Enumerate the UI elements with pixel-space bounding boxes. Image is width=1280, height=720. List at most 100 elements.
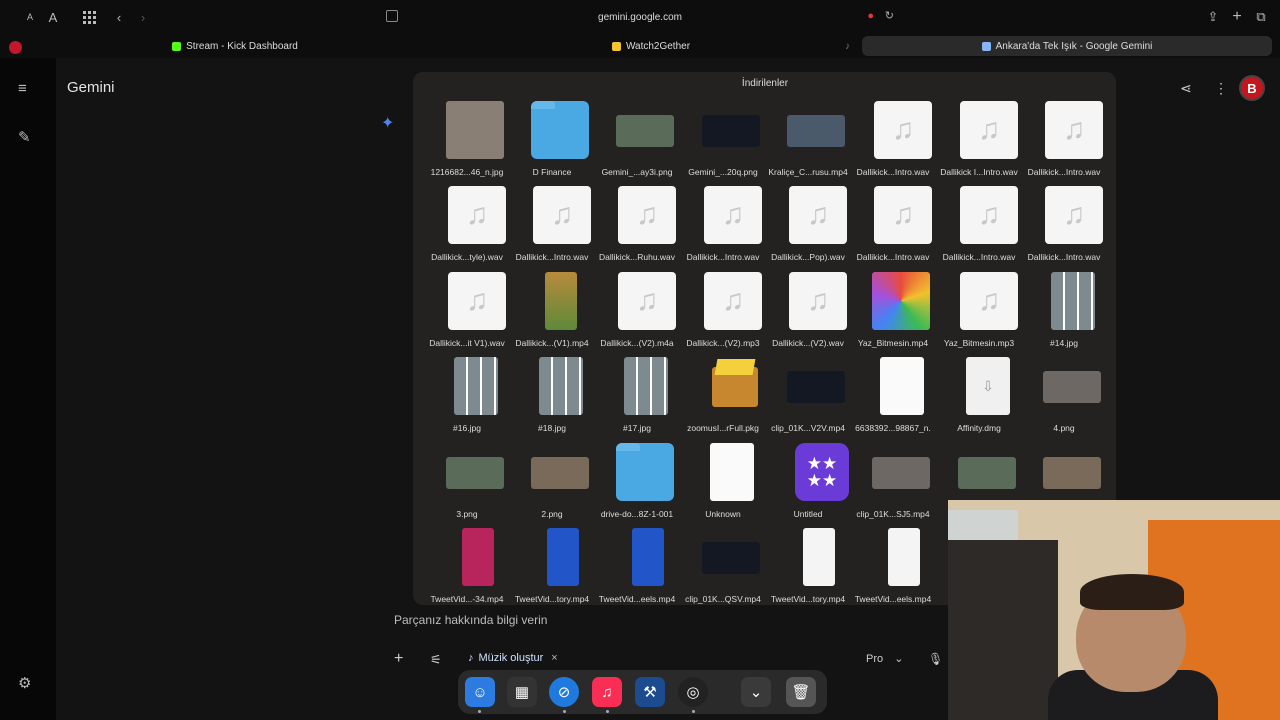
download-item[interactable]: #16.jpg (424, 357, 510, 442)
package-icon (706, 357, 764, 415)
launchpad-icon[interactable]: ▦ (507, 677, 537, 707)
download-item[interactable]: ♫ Dallikick...Ruhu.wav (594, 186, 680, 271)
download-item-label: Kraliçe_C...rusu.mp4 (768, 167, 848, 177)
download-item[interactable]: clip_01K...V2V.mp4 (765, 357, 851, 442)
music-chip[interactable]: ♪ Müzik oluştur × (468, 652, 558, 664)
download-item[interactable]: ⇩ Affinity.dmg (936, 357, 1022, 442)
tab-bar: Stream - Kick Dashboard Watch2Gether ♪ A… (0, 34, 1280, 58)
download-item[interactable]: 1216682...46_n.jpg (424, 101, 510, 186)
safari-icon[interactable]: ⊘ (549, 677, 579, 707)
model-selector[interactable]: Pro ⌄ (866, 652, 903, 665)
video-thumbnail (803, 528, 835, 586)
forward-arrow-icon[interactable]: › (134, 7, 152, 27)
prompt-input[interactable]: Parçanız hakkında bilgi verin (394, 613, 547, 627)
download-item[interactable]: ♫ Dallikick...Intro.wav (509, 186, 595, 271)
add-attachment-icon[interactable]: + (394, 650, 403, 668)
avatar[interactable]: B (1239, 75, 1265, 101)
download-item[interactable]: #14.jpg (1021, 272, 1107, 357)
download-item[interactable]: ♫ Dallikick...(V2).mp3 (680, 272, 766, 357)
download-item[interactable]: ♫ Dallikick I...Intro.wav (936, 101, 1022, 186)
tab-overview-icon[interactable]: ⧉ (1252, 7, 1270, 27)
recording-indicator-icon (9, 41, 22, 54)
download-item[interactable]: Gemini_...ay3i.png (594, 101, 680, 186)
xcode-icon[interactable]: ⚒ (635, 677, 665, 707)
font-increase-button[interactable]: A (44, 7, 62, 27)
download-item[interactable]: 2.png (509, 443, 595, 528)
download-item-label: Dallikick...tyle).wav (431, 252, 503, 262)
apps-grid-icon[interactable] (80, 7, 98, 27)
download-item[interactable]: ♫ Dallikick...Intro.wav (850, 101, 936, 186)
browser-toolbar: A A ‹ › gemini.google.com ● ↻ ⇪ + ⧉ (0, 0, 1280, 34)
download-item[interactable]: ♫ Dallikick...Intro.wav (1021, 101, 1107, 186)
tab-kick[interactable]: Stream - Kick Dashboard (30, 36, 440, 56)
download-item[interactable]: ♫ Yaz_Bitmesin.mp3 (936, 272, 1022, 357)
download-item[interactable]: drive-do...8Z-1-001 (594, 443, 680, 528)
video-thumbnail (462, 528, 494, 586)
download-item-label: Yaz_Bitmesin.mp4 (857, 338, 929, 348)
audio-file-icon: ♫ (618, 272, 676, 330)
download-item[interactable]: 4.png (1021, 357, 1107, 442)
download-item-label: Dallikick...Pop).wav (771, 252, 845, 262)
download-item[interactable]: Unknown (680, 443, 766, 528)
download-item[interactable]: #18.jpg (509, 357, 595, 442)
download-item-label: Dallikick...(V2).mp3 (686, 338, 760, 348)
download-item[interactable]: D Finance (509, 101, 595, 186)
trash-icon[interactable]: 🗑 (786, 677, 816, 707)
new-chat-icon[interactable]: ✎ (18, 128, 31, 146)
tools-icon[interactable]: ⚟ (430, 652, 442, 668)
download-item[interactable]: ♫ Dallikick...(V2).wav (765, 272, 851, 357)
document-icon (880, 357, 924, 415)
reload-icon[interactable]: ↻ (885, 9, 894, 22)
download-item[interactable]: Gemini_...20q.png (680, 101, 766, 186)
url-text: gemini.google.com (598, 11, 682, 23)
download-item[interactable]: 6638392...98867_n. (850, 357, 936, 442)
tab-watch2gether[interactable]: Watch2Gether ♪ (446, 36, 856, 56)
download-item[interactable]: ♫ Dallikick...Intro.wav (850, 186, 936, 271)
new-tab-icon[interactable]: + (1228, 7, 1246, 27)
share-conversation-icon[interactable]: ⋖ (1180, 80, 1192, 97)
download-item-label: 2.png (541, 509, 563, 519)
download-item-label: clip_01K...SJ5.mp4 (856, 509, 930, 519)
download-item[interactable]: #17.jpg (594, 357, 680, 442)
address-bar[interactable]: gemini.google.com ● ↻ (380, 7, 900, 27)
menu-icon[interactable]: ≡ (18, 80, 27, 97)
download-item[interactable]: clip_01K...SJ5.mp4 (850, 443, 936, 528)
download-item[interactable]: zoomusI...rFull.pkg (680, 357, 766, 442)
audio-file-icon: ♫ (1045, 186, 1103, 244)
image-thumbnail (787, 115, 845, 147)
download-item[interactable]: 3.png (424, 443, 510, 528)
finder-icon[interactable]: ☺ (465, 677, 495, 707)
download-item[interactable]: ♫ Dallikick...Intro.wav (936, 186, 1022, 271)
download-item-label: 6638392...98867_n. (855, 423, 931, 433)
download-item[interactable]: ♫ Dallikick...Pop).wav (765, 186, 851, 271)
download-item[interactable]: ♫ Dallikick...(V2).m4a (594, 272, 680, 357)
folder-icon (616, 443, 674, 501)
download-item[interactable]: ♫ Dallikick...Intro.wav (680, 186, 766, 271)
running-dot (478, 710, 481, 713)
download-item[interactable]: Yaz_Bitmesin.mp4 (850, 272, 936, 357)
download-item-label: Dallikick...(V2).m4a (600, 338, 674, 348)
download-item-label: Dallikick...Intro.wav (856, 252, 930, 262)
tab-gemini[interactable]: Ankara'da Tek Işık - Google Gemini (862, 36, 1272, 56)
share-icon[interactable]: ⇪ (1204, 7, 1222, 27)
font-decrease-button[interactable]: A (22, 7, 38, 27)
download-item[interactable]: ★★ ★★ Untitled (765, 443, 851, 528)
download-item[interactable]: Kraliçe_C...rusu.mp4 (765, 101, 851, 186)
settings-icon[interactable]: ⚙ (18, 674, 31, 692)
more-options-icon[interactable]: ⋮ (1214, 80, 1228, 97)
mic-recording-icon[interactable]: ● (867, 10, 874, 22)
chip-close-icon[interactable]: × (551, 652, 557, 664)
back-arrow-icon[interactable]: ‹ (110, 7, 128, 27)
download-item-label: Untitled (793, 509, 823, 519)
download-item[interactable]: ♫ Dallikick...Intro.wav (1021, 186, 1107, 271)
obs-icon[interactable]: ◎ (678, 677, 708, 707)
microphone-icon[interactable]: 🎙 (928, 652, 943, 666)
audio-file-icon: ♫ (789, 272, 847, 330)
image-thumbnail (1051, 272, 1095, 330)
music-icon[interactable]: ♫ (592, 677, 622, 707)
download-item[interactable]: Dallikick...(V1).mp4 (509, 272, 595, 357)
download-item[interactable]: ♫ Dallikick...it V1).wav (424, 272, 510, 357)
download-item[interactable]: ♫ Dallikick...tyle).wav (424, 186, 510, 271)
page-settings-icon[interactable] (386, 10, 398, 22)
chevron-icon[interactable]: ⌄ (741, 677, 771, 707)
